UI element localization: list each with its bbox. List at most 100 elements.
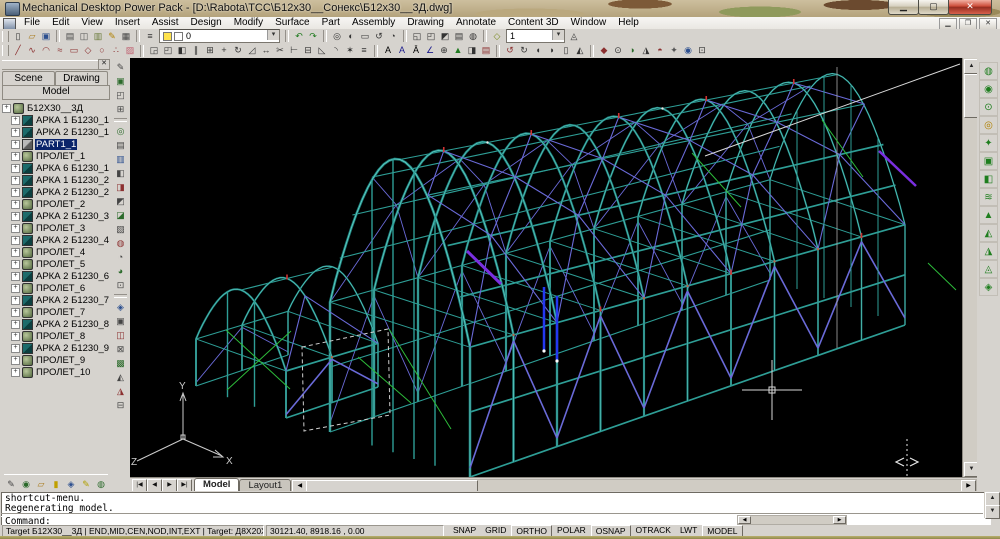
cmd-scroll-left-icon[interactable]: ◀ bbox=[738, 516, 751, 524]
desktop-update-button[interactable]: ◉ bbox=[19, 477, 33, 491]
expand-icon[interactable]: + bbox=[11, 368, 20, 377]
zoom-previous-button[interactable]: ↺ bbox=[372, 30, 386, 43]
chamfer-feature-button[interactable]: ◕ bbox=[113, 264, 128, 278]
expand-icon[interactable]: + bbox=[11, 320, 20, 329]
part-chamfer-button[interactable]: ◮ bbox=[639, 44, 653, 57]
fillet-feature-button[interactable]: ◔ bbox=[113, 250, 128, 264]
tree-item-арка-2-б1230-1[interactable]: +АРКА 2 Б1230_1 bbox=[2, 126, 109, 138]
hide-button[interactable]: ◉ bbox=[979, 80, 998, 98]
match-properties-button[interactable]: ✎ bbox=[105, 30, 119, 43]
tree-item-пролет-4[interactable]: +ПРОЛЕТ_4 bbox=[2, 246, 109, 258]
expand-icon[interactable]: + bbox=[11, 284, 20, 293]
pan-realtime-button[interactable]: ◐ bbox=[344, 30, 358, 43]
profile-sketch-button[interactable]: ◎ bbox=[113, 124, 128, 138]
toolbody-button[interactable]: ⊟ bbox=[113, 398, 128, 412]
fog-button[interactable]: ◭ bbox=[979, 224, 998, 242]
part-contour-button[interactable]: ◆ bbox=[597, 44, 611, 57]
power-dimension-button[interactable]: ▯ bbox=[559, 44, 573, 57]
osnap-settings-button[interactable]: ◬ bbox=[567, 30, 581, 43]
toggle-osnap[interactable]: OSNAP bbox=[591, 525, 631, 537]
edit-text-button[interactable]: Ā bbox=[409, 44, 423, 57]
tree-item-пролет-7[interactable]: +ПРОЛЕТ_7 bbox=[2, 306, 109, 318]
expand-icon[interactable]: + bbox=[11, 308, 20, 317]
rectangle-button[interactable]: ▭ bbox=[67, 44, 81, 57]
desktop-edit-button[interactable]: ✎ bbox=[4, 477, 18, 491]
power-recall-button[interactable]: ↺ bbox=[503, 44, 517, 57]
desktop-catalog-button[interactable]: ▱ bbox=[34, 477, 48, 491]
menu-file[interactable]: File bbox=[18, 17, 46, 29]
tree-item-арка-2-б1230-8[interactable]: +АРКА 2 Б1230_8 bbox=[2, 318, 109, 330]
expand-icon[interactable]: + bbox=[11, 212, 20, 221]
materials-button[interactable]: ▣ bbox=[979, 152, 998, 170]
minimize-button[interactable]: ▁ bbox=[888, 0, 919, 15]
desktop-active-part-button[interactable]: ▮ bbox=[49, 477, 63, 491]
mapping-button[interactable]: ≋ bbox=[979, 188, 998, 206]
drawing-viewport[interactable]: YXZ bbox=[130, 58, 962, 477]
scale-button[interactable]: ◿ bbox=[245, 44, 259, 57]
copy-object-button[interactable]: ◰ bbox=[161, 44, 175, 57]
tree-item-пролет-10[interactable]: +ПРОЛЕТ_10 bbox=[2, 366, 109, 378]
front-view-button[interactable]: ◱ bbox=[410, 30, 424, 43]
dim-center-button[interactable]: ⊕ bbox=[437, 44, 451, 57]
menu-view[interactable]: View bbox=[75, 17, 109, 29]
pattern-feature-button[interactable]: ⊡ bbox=[113, 278, 128, 292]
copy-to-clipboard-button[interactable]: ◫ bbox=[77, 30, 91, 43]
menu-modify[interactable]: Modify bbox=[228, 17, 269, 29]
desktop-regen-button[interactable]: ◍ bbox=[94, 477, 108, 491]
materials-library-button[interactable]: ◧ bbox=[979, 170, 998, 188]
tree-item-арка-2-б1230-6[interactable]: +АРКА 2 Б1230_6 bbox=[2, 270, 109, 282]
menu-design[interactable]: Design bbox=[185, 17, 228, 29]
expand-icon[interactable]: + bbox=[11, 356, 20, 365]
toggle-model[interactable]: MODEL bbox=[702, 525, 742, 537]
menu-part[interactable]: Part bbox=[316, 17, 346, 29]
open-file-button[interactable]: ▱ bbox=[25, 30, 39, 43]
tree-item-арка-2-б1230-3[interactable]: +АРКА 2 Б1230_3 bbox=[2, 210, 109, 222]
redo-button[interactable]: ↷ bbox=[306, 30, 320, 43]
maximize-button[interactable]: ▢ bbox=[918, 0, 949, 15]
shade-button[interactable]: ⊙ bbox=[979, 98, 998, 116]
new-drawing-view-button[interactable]: ◰ bbox=[113, 88, 128, 102]
fillet-button[interactable]: ◝ bbox=[329, 44, 343, 57]
expand-icon[interactable]: + bbox=[11, 164, 20, 173]
chevron-down-icon[interactable]: ▾ bbox=[552, 30, 564, 40]
trim-button[interactable]: ✂ bbox=[273, 44, 287, 57]
dim-style-button[interactable]: ◨ bbox=[465, 44, 479, 57]
dim-angular-button[interactable]: ∠ bbox=[423, 44, 437, 57]
palette-grip[interactable] bbox=[2, 60, 107, 70]
cmd-scroll-up-icon[interactable]: ▲ bbox=[985, 492, 1000, 506]
break-button[interactable]: ⊟ bbox=[301, 44, 315, 57]
lights-button[interactable]: ◎ bbox=[979, 116, 998, 134]
3d-orbit-button[interactable]: ◍ bbox=[466, 30, 480, 43]
new-sketch-button[interactable]: ◇ bbox=[490, 30, 504, 43]
expand-icon[interactable]: + bbox=[11, 332, 20, 341]
chamfer-button[interactable]: ◺ bbox=[315, 44, 329, 57]
new-scene-button[interactable]: ▣ bbox=[113, 74, 128, 88]
expand-icon[interactable]: + bbox=[2, 104, 11, 113]
expand-icon[interactable]: + bbox=[11, 116, 20, 125]
arc-button[interactable]: ◠ bbox=[39, 44, 53, 57]
expand-icon[interactable]: + bbox=[11, 200, 20, 209]
layer-manager-button[interactable]: ≡ bbox=[143, 30, 157, 43]
work-plane-button[interactable]: ◩ bbox=[113, 194, 128, 208]
split-part-button[interactable]: ◮ bbox=[113, 384, 128, 398]
tree-item-б12x30-3д[interactable]: +Б12X30__3Д bbox=[2, 102, 109, 114]
array-button[interactable]: ⊞ bbox=[203, 44, 217, 57]
insert-constraint-button[interactable]: ▩ bbox=[113, 356, 128, 370]
toggle-snap[interactable]: SNAP bbox=[449, 525, 480, 535]
menu-annotate[interactable]: Annotate bbox=[450, 17, 502, 29]
palette-close-icon[interactable]: ✕ bbox=[98, 59, 110, 70]
assembly-constrain-button[interactable]: ◈ bbox=[113, 300, 128, 314]
power-edit-button[interactable]: ◗ bbox=[545, 44, 559, 57]
work-point-button[interactable]: ▧ bbox=[113, 222, 128, 236]
toggle-grid[interactable]: GRID bbox=[481, 525, 510, 535]
power-view-button[interactable]: ◖ bbox=[531, 44, 545, 57]
part-pattern-button[interactable]: ◓ bbox=[653, 44, 667, 57]
viewport-vscrollbar[interactable]: ▲ ▼ bbox=[962, 58, 978, 477]
landscape-new-button[interactable]: ◮ bbox=[979, 242, 998, 260]
new-file-button[interactable]: ▯ bbox=[11, 30, 25, 43]
menu-drawing[interactable]: Drawing bbox=[401, 17, 450, 29]
expand-icon[interactable]: + bbox=[11, 236, 20, 245]
named-views-button[interactable]: ▤ bbox=[452, 30, 466, 43]
tree-item-part1-1[interactable]: +PART1_1 bbox=[2, 138, 109, 150]
tree-item-пролет-5[interactable]: +ПРОЛЕТ_5 bbox=[2, 258, 109, 270]
